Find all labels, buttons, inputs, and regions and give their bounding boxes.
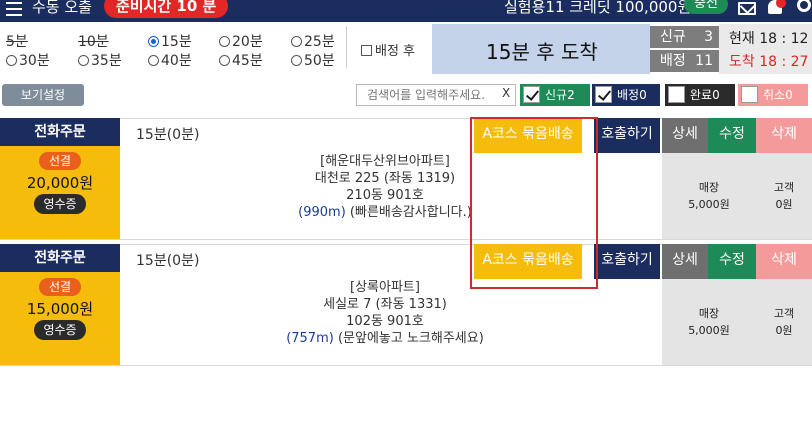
receipt-button[interactable]: 영수증 (34, 194, 86, 214)
prep-time-badge[interactable]: 준비시간 10 분 (104, 0, 229, 18)
arrival-clock: 도착 18 : 27 (729, 54, 809, 70)
radio-selected-icon (148, 36, 159, 47)
order-type: 전화주문 (0, 244, 120, 272)
time-panel: 현재 18 : 12 도착 18 : 27 (719, 24, 812, 74)
radio-35min[interactable]: 35분 (78, 50, 122, 70)
order-amount: 20,000원 (26, 174, 94, 192)
checkbox-icon (741, 86, 758, 103)
search-icon[interactable] (797, 0, 811, 12)
customer-fee: 고객 0원 (773, 307, 795, 337)
check-icon (595, 86, 612, 103)
filter-assigned[interactable]: 배정0 (592, 84, 660, 106)
radio-25min[interactable]: 25분 (291, 31, 335, 51)
order-amount: 15,000원 (26, 300, 94, 318)
credit-balance: 실험용11 크레딧 100,000원 (504, 0, 692, 16)
edit-button[interactable]: 수정 (708, 244, 756, 279)
distance: (757m) (286, 331, 334, 346)
call-button[interactable]: 호출하기 (594, 244, 660, 279)
order-card: 전화주문 15분(0분) A코스 묶음배송 호출하기 상세 수정 삭제 선결 2… (0, 118, 812, 240)
prepaid-badge: 선결 (39, 278, 81, 296)
customer-request: (문앞에놓고 노크해주세요) (337, 331, 484, 346)
arrival-time-text: 15분 후 도착 (486, 40, 598, 64)
delete-button[interactable]: 삭제 (756, 118, 812, 153)
detail-button[interactable]: 상세 (662, 118, 708, 153)
distance: (990m) (298, 205, 346, 220)
radio-5min[interactable]: 5분 (6, 31, 28, 51)
filter-divider (346, 26, 347, 68)
radio-10min[interactable]: 10분 (78, 31, 109, 51)
assigned-count: 배정 11 (650, 50, 719, 72)
payment-panel: 선결 15,000원 영수증 (0, 272, 120, 366)
radio-30min[interactable]: 30분 (6, 50, 50, 70)
customer-fee: 고객 0원 (773, 181, 795, 211)
view-settings-button[interactable]: 보기설정 (2, 84, 84, 106)
detail-button[interactable]: 상세 (662, 244, 708, 279)
order-type: 전화주문 (0, 118, 120, 146)
charge-button[interactable]: 충전 (684, 0, 728, 14)
fee-panel: 매장 5,000원 고객 0원 (662, 153, 812, 240)
fee-panel: 매장 5,000원 고객 0원 (662, 279, 812, 366)
edit-button[interactable]: 수정 (708, 118, 756, 153)
arrival-panel: 15분 후 도착 (432, 24, 650, 74)
store-fee: 매장 5,000원 (688, 307, 730, 337)
check-icon (523, 86, 540, 103)
clear-search-icon[interactable]: X (502, 86, 510, 100)
receipt-button[interactable]: 영수증 (34, 320, 86, 340)
store-fee: 매장 5,000원 (688, 181, 730, 211)
delivery-address: [상록아파트] 세실로 7 (좌동 1331) 102동 901호 (757m)… (286, 280, 484, 346)
highlight-box (470, 117, 598, 289)
app-title: 수동 오출 (32, 0, 92, 16)
menu-icon[interactable] (6, 2, 22, 16)
top-bar: 수동 오출 준비시간 10 분 실험용11 크레딧 100,000원 충전 (0, 0, 812, 22)
customer-request: (빠른배송감사합니다.) (349, 205, 472, 220)
payment-panel: 선결 20,000원 영수증 (0, 146, 120, 240)
after-assign-checkbox[interactable]: 배정 후 (361, 40, 415, 59)
checkbox-icon (668, 86, 685, 103)
order-wait-time: 15분(0분) (136, 253, 200, 269)
search-input[interactable] (356, 84, 516, 106)
filter-done[interactable]: 완료0 (665, 84, 735, 106)
new-count: 신규 3 (650, 26, 719, 48)
radio-40min[interactable]: 40분 (148, 50, 192, 70)
radio-15min[interactable]: 15분 (148, 31, 192, 51)
radio-50min[interactable]: 50분 (291, 50, 335, 70)
order-counts: 신규 3 배정 11 (650, 24, 719, 74)
prepaid-badge: 선결 (39, 152, 81, 170)
order-card: 전화주문 15분(0분) A코스 묶음배송 호출하기 상세 수정 삭제 선결 1… (0, 244, 812, 366)
mail-icon[interactable] (738, 2, 756, 15)
filter-new[interactable]: 신규2 (520, 84, 590, 106)
order-wait-time: 15분(0분) (136, 127, 200, 143)
delete-button[interactable]: 삭제 (756, 244, 812, 279)
radio-45min[interactable]: 45분 (219, 50, 263, 70)
current-time: 현재 18 : 12 (729, 31, 809, 47)
radio-20min[interactable]: 20분 (219, 31, 263, 51)
call-button[interactable]: 호출하기 (594, 118, 660, 153)
filter-cancel[interactable]: 취소0 (738, 84, 808, 106)
notification-dot (776, 0, 786, 8)
